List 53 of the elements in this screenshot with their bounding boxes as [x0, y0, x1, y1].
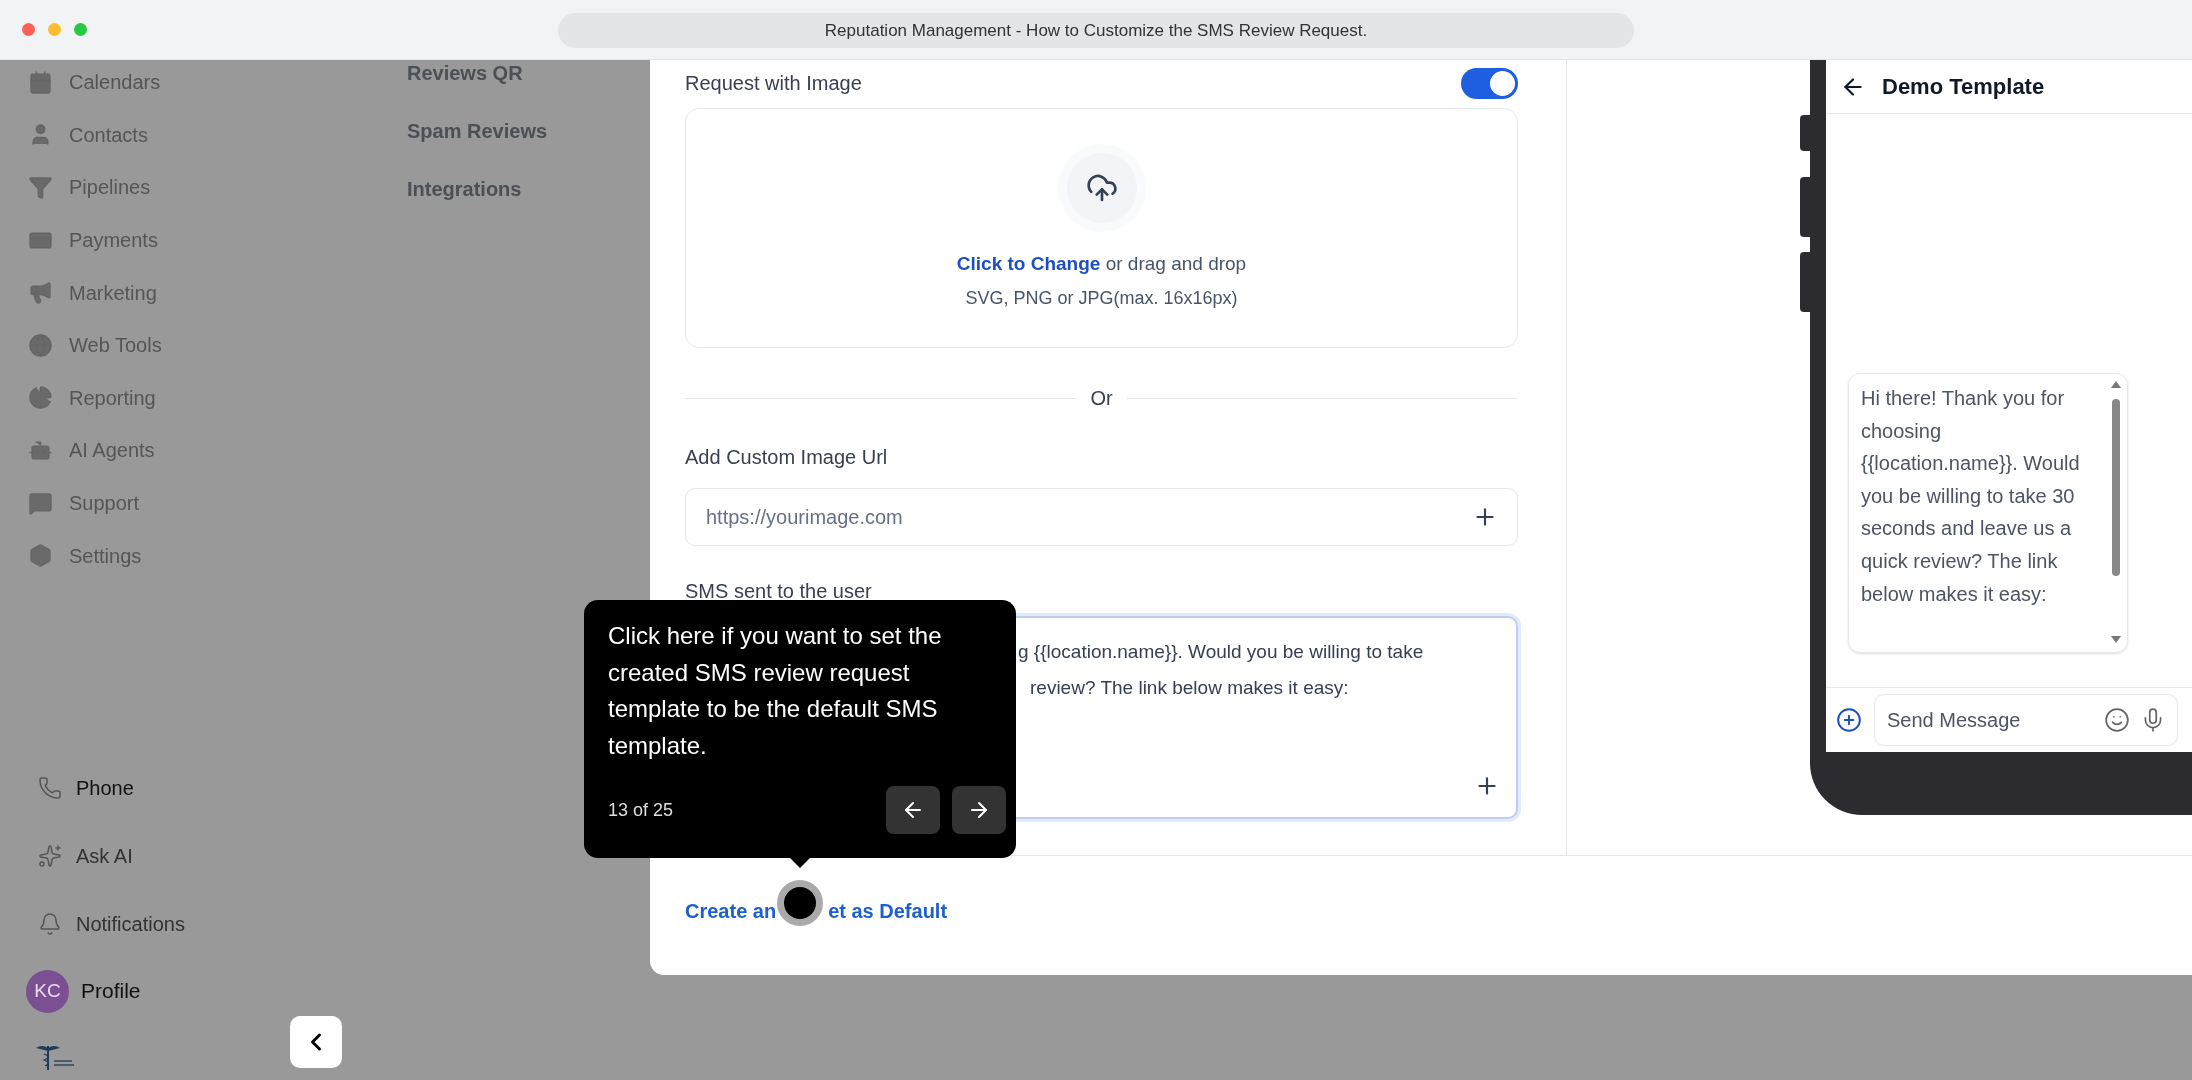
sidebar-item[interactable]: Marketing: [0, 266, 400, 319]
click-to-change-link[interactable]: Click to Change: [956, 253, 1101, 275]
message-text: Hi there! Thank you for choosing {{location.name}}. Would you be willing to take 30 seconds and leave us a quick review? The link below makes it easy:: [1860, 386, 2081, 607]
field-label: Add Custom Image Url: [685, 445, 889, 470]
sidebar-item[interactable]: Reporting: [0, 371, 400, 425]
sidebar-item[interactable]: Pipelines: [0, 161, 400, 214]
create-default-link[interactable]: Create an: [685, 896, 777, 926]
bell-icon: [38, 912, 62, 936]
address-bar[interactable]: Reputation Management - How to Customize the SMS Review Request.: [558, 13, 1634, 48]
subnav-item[interactable]: Spam Reviews: [400, 102, 548, 160]
create-default-link[interactable]: et as Default: [828, 896, 948, 926]
chat-bubble-icon: [28, 490, 53, 516]
sms-text-line: review? The link below makes it easy:: [1029, 676, 1350, 700]
add-circle-icon[interactable]: [1836, 707, 1862, 733]
subnav-item[interactable]: Reviews QR: [400, 44, 548, 102]
phone-icon: [38, 776, 62, 800]
step-counter: 13 of 25: [608, 798, 674, 822]
funnel-icon: [28, 175, 53, 200]
sidebar-item[interactable]: Settings: [0, 529, 400, 582]
sidebar-item[interactable]: Contacts: [0, 108, 400, 162]
settings-icon: [28, 543, 53, 569]
profile-item[interactable]: KC Profile: [0, 958, 400, 1024]
upload-dropzone[interactable]: Click to Change or drag and drop SVG, PNG or JPG(max. 16x16px): [685, 108, 1518, 348]
sidebar-item[interactable]: Ask AI: [0, 822, 400, 890]
image-url-field[interactable]: https://yourimage.com: [685, 488, 1518, 546]
sms-text-line: g {{location.name}}. Would you be willing to take: [1018, 640, 1425, 664]
smiley-icon[interactable]: [2104, 707, 2130, 733]
next-button[interactable]: [952, 786, 1006, 834]
toggle-switch[interactable]: [1461, 67, 1518, 99]
chat-title: Demo Template: [1882, 73, 2045, 101]
sidebar-item[interactable]: Calendars: [0, 56, 400, 109]
calendar-icon: [28, 69, 53, 95]
sidebar-item[interactable]: Notifications: [0, 890, 400, 958]
field-label: Request with Image: [685, 71, 862, 96]
previous-button[interactable]: [886, 786, 940, 834]
collapse-button[interactable]: [290, 1016, 342, 1068]
globe-icon: [28, 332, 53, 358]
sidebar-item[interactable]: Web Tools: [0, 318, 400, 372]
megaphone-icon: [28, 280, 53, 306]
field-label: SMS sent to the user: [685, 579, 873, 604]
upload-instruction: Click to Change or drag and drop: [956, 252, 1247, 277]
sidebar-item[interactable]: AI Agents: [0, 424, 400, 477]
sidebar-item[interactable]: Payments: [0, 213, 400, 267]
pie-chart-icon: [28, 385, 53, 411]
sidebar-item[interactable]: Phone: [0, 754, 400, 822]
upload-hint: SVG, PNG or JPG(max. 16x16px): [965, 286, 1238, 310]
or-separator: Or: [1090, 386, 1113, 411]
sparkles-icon: [38, 844, 62, 868]
avatar: KC: [26, 969, 69, 1013]
sidebar-item[interactable]: Support: [0, 476, 400, 530]
message-input[interactable]: Send Message: [1874, 694, 2178, 746]
subnav-item[interactable]: Integrations: [400, 160, 548, 218]
close-window-icon[interactable]: [22, 23, 35, 36]
